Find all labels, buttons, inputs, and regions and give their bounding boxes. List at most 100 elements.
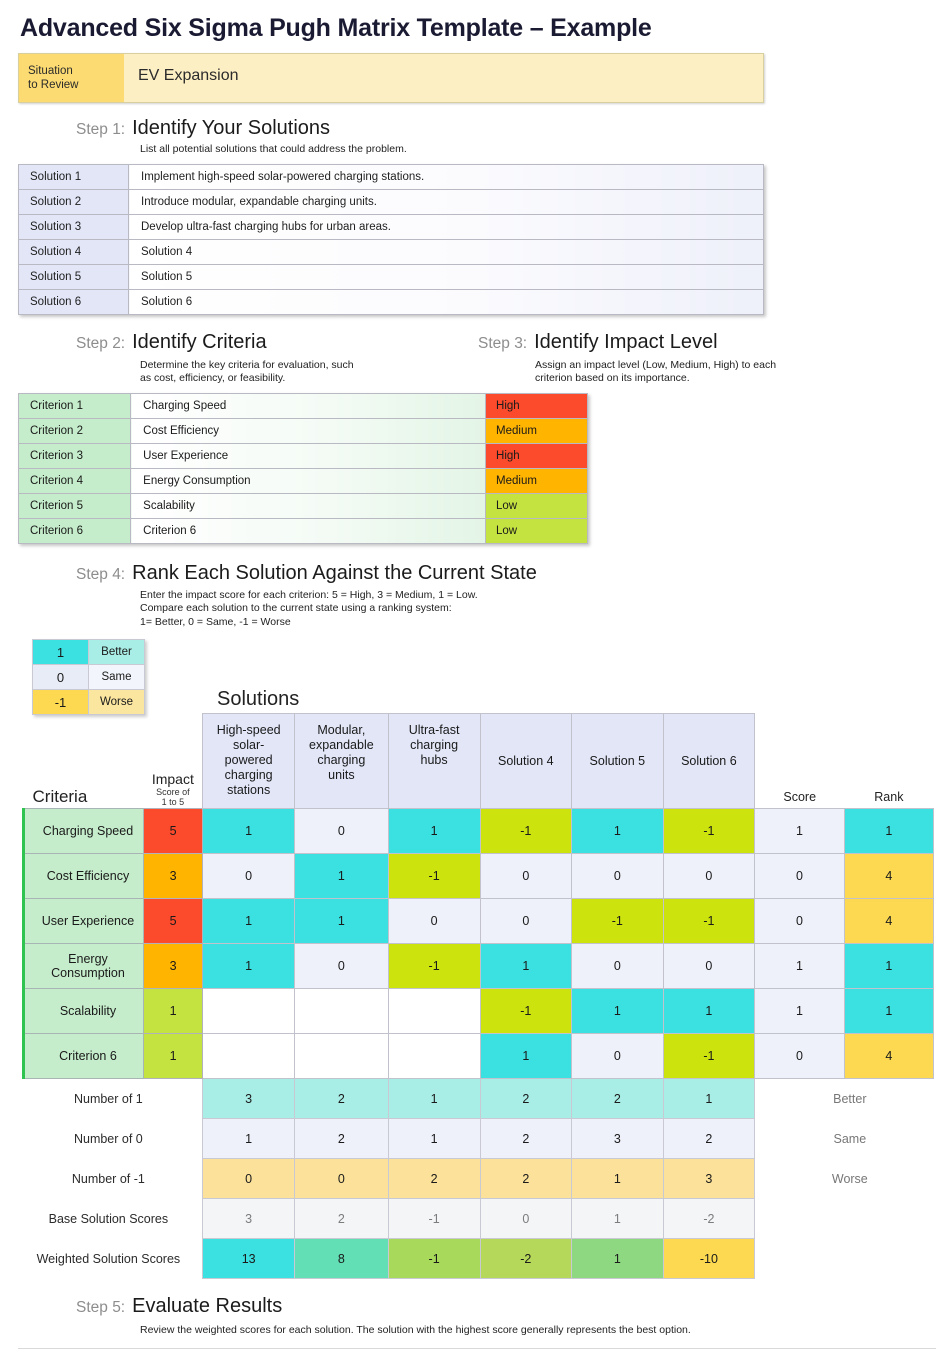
score-legend: 1 Better 0 Same -1 Worse xyxy=(32,639,145,715)
criterion-value[interactable]: Criterion 6 xyxy=(130,517,487,544)
step3-desc-line1: Assign an impact level (Low, Medium, Hig… xyxy=(535,358,777,371)
matrix-impact-cell[interactable]: 1 xyxy=(142,1033,204,1079)
matrix-score-cell[interactable]: 1 xyxy=(479,1033,573,1079)
summary-word: Better xyxy=(833,1091,867,1106)
matrix-score-cell[interactable]: 0 xyxy=(571,943,664,989)
step4-desc-line3: 1= Better, 0 = Same, -1 = Worse xyxy=(140,615,291,628)
weighted-score-cell: -10 xyxy=(662,1238,756,1279)
matrix-score-cell[interactable]: -1 xyxy=(387,943,481,989)
matrix-score-cell[interactable] xyxy=(202,988,296,1034)
solution-value[interactable]: Solution 5 xyxy=(128,263,764,290)
matrix-score-cell[interactable]: 0 xyxy=(571,1033,664,1079)
matrix-score-cell[interactable]: -1 xyxy=(387,853,481,899)
impact-level-cell[interactable]: High xyxy=(485,442,588,469)
matrix-impact-cell[interactable]: 3 xyxy=(142,943,204,989)
matrix-impact-cell[interactable]: 5 xyxy=(142,808,204,854)
matrix-score-cell[interactable]: -1 xyxy=(479,808,573,854)
matrix-score-cell[interactable]: 0 xyxy=(479,853,573,899)
solution-value[interactable]: Solution 4 xyxy=(128,238,764,265)
matrix-score-cell[interactable] xyxy=(387,1033,481,1079)
step2-number: Step 2: xyxy=(76,334,126,352)
base-score-cell: 0 xyxy=(479,1198,573,1239)
matrix-score-cell[interactable]: 0 xyxy=(479,898,573,944)
matrix-score-cell[interactable]: 1 xyxy=(571,988,664,1034)
situation-value[interactable]: EV Expansion xyxy=(124,54,763,102)
criterion-value[interactable]: Cost Efficiency xyxy=(130,417,487,444)
matrix-score-cell[interactable]: 1 xyxy=(294,853,389,899)
matrix-row: Cost Efficiency 3 0 1 -1 0 0 0 0 4 xyxy=(22,853,935,899)
solution-column-header: Solution 5 xyxy=(571,713,664,809)
matrix-score-cell[interactable]: 0 xyxy=(571,853,664,899)
matrix-score-cell[interactable]: -1 xyxy=(662,898,756,944)
step2-step3-headers: Step 2: Identify Criteria Determine the … xyxy=(14,331,934,386)
matrix-score-cell[interactable]: 1 xyxy=(479,943,573,989)
weighted-score-cell: 1 xyxy=(571,1238,664,1279)
criterion-row: Criterion 3 User Experience High xyxy=(17,442,588,469)
impact-level-cell[interactable]: High xyxy=(485,392,588,419)
summary-count-cell: 1 xyxy=(662,1078,756,1119)
matrix-score-cell[interactable]: 1 xyxy=(294,898,389,944)
matrix-score-cell[interactable]: 0 xyxy=(294,808,389,854)
criterion-value[interactable]: User Experience xyxy=(130,442,487,469)
matrix-score-cell[interactable]: -1 xyxy=(479,988,573,1034)
step3-number: Step 3: xyxy=(478,334,528,352)
step3-title: Identify Impact Level xyxy=(534,330,718,353)
score-heading: Score xyxy=(783,790,817,804)
impact-level-cell[interactable]: Medium xyxy=(485,417,588,444)
base-score-cell: 1 xyxy=(571,1198,664,1239)
solution-value[interactable]: Implement high-speed solar-powered charg… xyxy=(128,163,764,190)
matrix-score-cell[interactable] xyxy=(294,988,389,1034)
matrix-rank: 1 xyxy=(843,943,935,989)
matrix-impact-cell[interactable]: 1 xyxy=(142,988,204,1034)
solution-row: Solution 3 Develop ultra-fast charging hu… xyxy=(18,213,764,240)
step5-description: Review the weighted scores for each solu… xyxy=(140,1324,691,1336)
matrix-score-cell[interactable]: -1 xyxy=(571,898,664,944)
matrix-score-cell[interactable]: -1 xyxy=(662,808,756,854)
matrix-total-score: 1 xyxy=(754,988,845,1034)
solution-value[interactable]: Solution 6 xyxy=(128,288,764,315)
solution-column-header: High-speed solar-powered charging statio… xyxy=(202,713,296,809)
matrix-impact-cell[interactable]: 3 xyxy=(142,853,204,899)
solution-value[interactable]: Introduce modular, expandable charging u… xyxy=(128,188,764,215)
solution-value[interactable]: Develop ultra-fast charging hubs for urb… xyxy=(128,213,764,240)
matrix-impact-cell[interactable]: 5 xyxy=(142,898,204,944)
weighted-score-cell: 13 xyxy=(202,1238,296,1279)
matrix-score-cell[interactable]: 1 xyxy=(571,808,664,854)
base-score-cell: 2 xyxy=(294,1198,389,1239)
summary-count-cell: 0 xyxy=(202,1158,296,1199)
matrix-score-cell[interactable]: 1 xyxy=(202,898,296,944)
criterion-value[interactable]: Charging Speed xyxy=(130,392,487,419)
matrix-score-cell[interactable]: 0 xyxy=(202,853,296,899)
weighted-score-cell: 8 xyxy=(294,1238,389,1279)
matrix-score-cell[interactable]: 0 xyxy=(662,853,756,899)
matrix-score-cell[interactable] xyxy=(202,1033,296,1079)
impact-level-cell[interactable]: Low xyxy=(485,517,588,544)
criterion-key: Criterion 2 xyxy=(17,417,132,444)
matrix-rank: 1 xyxy=(843,988,935,1034)
criterion-value[interactable]: Energy Consumption xyxy=(130,467,487,494)
impact-level-cell[interactable]: Low xyxy=(485,492,588,519)
matrix-score-cell[interactable]: 1 xyxy=(387,808,481,854)
matrix-score-cell[interactable]: 0 xyxy=(662,943,756,989)
matrix-score-cell[interactable]: 1 xyxy=(202,943,296,989)
criterion-row: Criterion 1 Charging Speed High xyxy=(17,392,588,419)
matrix-score-cell[interactable]: 1 xyxy=(662,988,756,1034)
matrix-score-cell[interactable]: 0 xyxy=(294,943,389,989)
step4-desc-line1: Enter the impact score for each criterio… xyxy=(140,588,478,601)
legend-word: Better xyxy=(88,639,145,665)
summary-count-cell: 1 xyxy=(387,1118,481,1159)
legend-score: -1 xyxy=(32,689,89,715)
page-title: Advanced Six Sigma Pugh Matrix Template … xyxy=(20,14,652,42)
base-scores-label: Base Solution Scores xyxy=(48,1211,169,1226)
matrix-score-cell[interactable] xyxy=(387,988,481,1034)
matrix-score-cell[interactable]: 1 xyxy=(202,808,296,854)
matrix-row: Scalability 1 -1 1 1 1 1 xyxy=(22,988,935,1034)
criterion-value[interactable]: Scalability xyxy=(130,492,487,519)
impact-level-cell[interactable]: Medium xyxy=(485,467,588,494)
legend-score: 1 xyxy=(32,639,89,665)
step2-title: Identify Criteria xyxy=(132,330,267,353)
matrix-rank: 4 xyxy=(843,898,935,944)
matrix-score-cell[interactable]: 0 xyxy=(387,898,481,944)
matrix-score-cell[interactable]: -1 xyxy=(662,1033,756,1079)
matrix-score-cell[interactable] xyxy=(294,1033,389,1079)
